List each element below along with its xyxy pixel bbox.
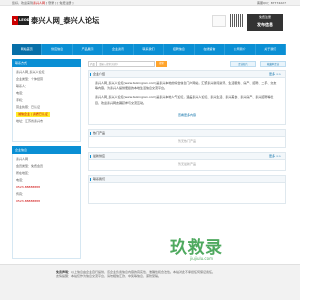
title-bar-icon xyxy=(90,132,91,136)
hot-title: 热门产品 xyxy=(93,131,106,136)
contact-line: 营业执照：已认证 xyxy=(16,105,41,109)
nav-item[interactable]: 关于我们 xyxy=(256,44,286,55)
address-value: 江苏省泰兴市 xyxy=(25,119,44,123)
verified-badge[interactable]: 诚信企业 | 资质已认证 xyxy=(16,112,50,117)
info-panel-title: 企业信息 xyxy=(12,146,81,154)
main-content: 产品 请输入搜索关键字 搜索 企业名片 收藏本企业 企业介绍 更多 >> 泰兴人… xyxy=(88,59,286,208)
contact-us-head: 联系我们 xyxy=(89,175,285,183)
business-card-button[interactable]: 企业名片 xyxy=(230,61,256,67)
about-paragraph: 泰兴人网_泰兴人论坛(www.taixingren.com)是泰兴本地人气论坛，… xyxy=(95,95,274,105)
publish-label: 发布信息 xyxy=(257,21,273,27)
contact-us-title: 联系我们 xyxy=(93,176,106,181)
contact-panel-title: 联系方式 xyxy=(12,59,81,67)
nav-item[interactable]: 供应信息 xyxy=(42,44,73,55)
hot-panel: 热门产品 暂无热门产品 xyxy=(88,129,286,148)
info-line: 传真： xyxy=(16,192,26,196)
title-bar-icon xyxy=(90,73,91,76)
search-actions: 企业名片 收藏本企业 xyxy=(230,61,286,67)
register-label: 免费注册 xyxy=(258,15,271,19)
title-bar-icon xyxy=(90,154,91,158)
phone-1: 0523-88888888 xyxy=(16,185,40,189)
about-panel: 企业介绍 更多 >> 泰兴人网_泰兴人论坛(www.taixingren.com… xyxy=(88,70,286,126)
search-type-select[interactable]: 产品 xyxy=(88,61,97,67)
service-qq: 客服QQ：87774227 xyxy=(257,0,286,5)
contact-panel: 泰兴人网_泰兴人论坛 企业类型：个体经营 联系人： 电话： 手机： 营业执照：已… xyxy=(12,67,81,142)
welcome-text: 您好，欢迎来到泰兴人网 [ 登录 ] [ 免费注册 ] xyxy=(12,0,73,6)
latest-title: 最新供应 xyxy=(93,153,106,158)
latest-empty-text: 暂无最新产品 xyxy=(177,161,196,166)
info-line: 电话： xyxy=(16,178,26,182)
nav-item[interactable]: 招聘信息 xyxy=(164,44,195,55)
contact-line: 电话： xyxy=(16,91,26,95)
favorite-button[interactable]: 收藏本企业 xyxy=(260,61,286,67)
login-register-links[interactable]: [ 登录 ] [ 免费注册 ] xyxy=(46,1,73,5)
search-input[interactable]: 请输入搜索关键字 xyxy=(97,61,155,67)
info-line: 会员类型：免费会员 xyxy=(16,164,44,168)
qr-code-icon xyxy=(230,14,243,27)
welcome-prefix: 您好，欢迎来到 xyxy=(12,0,34,5)
info-panel: 泰兴人网 会员类型：免费会员 所在地区： 电话： 0523-88888888 传… xyxy=(12,154,81,259)
latest-panel: 最新供应 更多 >> 暂无最新产品 xyxy=(88,151,286,171)
nav-item[interactable]: 产品展示 xyxy=(73,44,104,55)
contact-us-panel: 联系我们 xyxy=(88,174,286,204)
contact-line: 泰兴人网_泰兴人论坛 xyxy=(16,70,45,74)
about-title: 企业介绍 xyxy=(93,72,106,76)
sidebar: 联系方式 泰兴人网_泰兴人论坛 企业类型：个体经营 联系人： 电话： 手机： 营… xyxy=(12,59,81,259)
contact-line: 联系人： xyxy=(16,84,29,88)
address-label: 地址： xyxy=(16,119,26,123)
about-paragraph: 泰兴人网_泰兴人论坛(www.taixingren.com)是泰兴本地的综合信息… xyxy=(95,81,277,91)
about-body: 泰兴人网_泰兴人论坛(www.taixingren.com)是泰兴本地的综合信息… xyxy=(89,78,285,124)
hot-empty-text: 暂无热门产品 xyxy=(177,139,196,144)
hot-panel-head: 热门产品 xyxy=(89,130,285,138)
welcome-site[interactable]: 泰兴人网 xyxy=(33,1,45,5)
latest-panel-head: 最新供应 更多 >> xyxy=(89,152,285,160)
certificate-icon xyxy=(212,15,226,27)
phone-2: 0523-88888888 xyxy=(16,199,40,203)
watermark-url: jiujiulu.com xyxy=(190,256,213,261)
about-more-link[interactable]: 更多 >> xyxy=(269,71,281,78)
nav-item[interactable]: 联系我们 xyxy=(134,44,165,55)
nav-item[interactable]: 在线留言 xyxy=(195,44,226,55)
info-line: 泰兴人网 xyxy=(16,157,29,161)
footer-text: 免责声明：以上信息由企业自行提供，该企业负责信息内容的真实性、准确性和合法性。本… xyxy=(56,270,246,279)
contact-us-body xyxy=(89,183,285,203)
latest-more-link[interactable]: 更多 >> xyxy=(269,153,281,160)
logo-mini: N xyxy=(12,16,18,25)
contact-line: 企业类型：个体经营 xyxy=(16,77,44,81)
search-button[interactable]: 搜索 xyxy=(156,61,167,67)
site-logo[interactable]: N LEOD xyxy=(12,16,30,25)
info-line: 所在地区： xyxy=(16,171,32,175)
nav-item[interactable]: 企业资讯 xyxy=(103,44,134,55)
header: N LEOD 泰兴人网_泰兴人论坛 免费注册 发布信息 xyxy=(0,6,300,38)
register-box[interactable]: 免费注册 发布信息 xyxy=(247,14,283,31)
search-bar: 产品 请输入搜索关键字 搜索 企业名片 收藏本企业 xyxy=(88,59,286,70)
nav-item[interactable]: 公司简介 xyxy=(225,44,256,55)
about-view-more[interactable]: 查看更多内容 xyxy=(95,110,279,121)
contact-line: 手机： xyxy=(16,98,26,102)
nav-item[interactable]: 网站首页 xyxy=(12,44,43,55)
main-nav: 网站首页 供应信息 产品展示 企业资讯 联系我们 招聘信息 在线留言 公司简介 … xyxy=(12,44,286,55)
site-title: 泰兴人网_泰兴人论坛 xyxy=(31,16,100,25)
title-bar-icon xyxy=(90,177,91,181)
reminder-text: 友情提醒：本站仅作为信息交流平台，请勿相信汇款、中奖等信息，谨防受骗。 xyxy=(56,274,162,279)
footer: 免责声明：以上信息由企业自行提供，该企业负责信息内容的真实性、准确性和合法性。本… xyxy=(0,264,300,300)
about-panel-head: 企业介绍 更多 >> xyxy=(89,71,285,78)
